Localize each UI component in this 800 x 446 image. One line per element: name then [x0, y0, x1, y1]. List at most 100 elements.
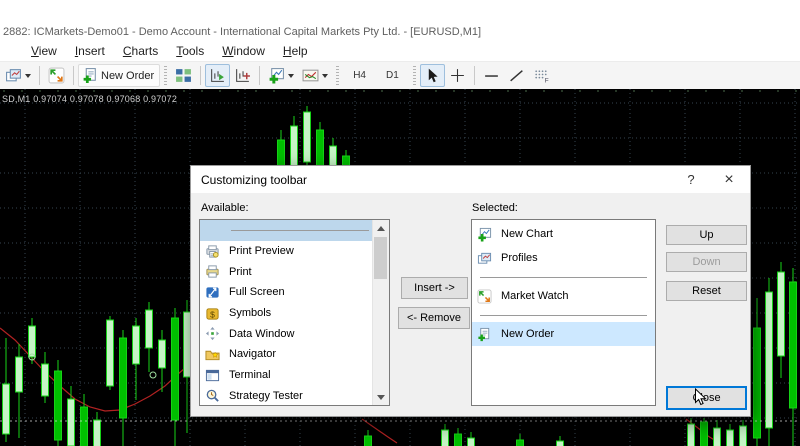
cursor-icon [424, 67, 441, 84]
fibonacci-tool-button[interactable]: F [529, 64, 554, 87]
list-item-separator[interactable] [200, 220, 373, 241]
list-item-strategy-tester[interactable]: Strategy Tester [200, 386, 373, 407]
horizontal-line-tool-button[interactable] [479, 64, 504, 87]
list-item-market-watch[interactable]: Market Watch [472, 284, 655, 308]
dialog-titlebar[interactable]: Customizing toolbar [191, 166, 750, 193]
list-item-terminal[interactable]: Terminal [200, 365, 373, 386]
new-order-icon [477, 327, 492, 342]
strategy-tester-icon [205, 388, 220, 403]
toolbar-separator [474, 66, 475, 85]
available-scrollbar[interactable] [372, 220, 389, 405]
timeframe-d1-button[interactable]: D1 [376, 64, 409, 87]
list-item-new-chart[interactable]: New Chart [472, 222, 655, 246]
down-button[interactable]: Down [666, 252, 747, 272]
scroll-down-icon[interactable] [373, 389, 388, 405]
auto-scroll-icon [209, 67, 226, 84]
menu-view[interactable]: View [31, 44, 57, 58]
new-order-icon [82, 67, 99, 84]
separator-line [480, 315, 647, 316]
chart-ohlc-readout: SD,M1 0.97074 0.97078 0.97068 0.97072 [2, 94, 177, 104]
template-icon [302, 67, 319, 84]
toolbar-drag-handle[interactable] [336, 66, 339, 85]
terminal-icon [205, 368, 220, 383]
mouse-cursor [694, 388, 707, 407]
dialog-help-button[interactable]: ? [676, 166, 706, 193]
fibonacci-icon: F [533, 67, 550, 84]
menu-tools[interactable]: Tools [176, 44, 204, 58]
dialog-title: Customizing toolbar [201, 173, 307, 187]
list-item-separator[interactable] [472, 270, 655, 284]
list-item-separator[interactable] [472, 308, 655, 322]
list-item-label: New Chart [501, 228, 553, 240]
menu-insert[interactable]: Insert [75, 44, 105, 58]
available-listbox[interactable]: Print Preview Print Full Screen $Symbols Dat… [199, 219, 390, 406]
available-label: Available: [201, 202, 249, 214]
profiles-icon [5, 67, 22, 84]
list-item-label: Terminal [229, 369, 271, 381]
list-item-data-window[interactable]: Data Window [200, 323, 373, 344]
new-chart-toolbar-button[interactable] [264, 64, 298, 87]
tile-windows-button[interactable] [171, 64, 196, 87]
list-item-new-order[interactable]: New Order [472, 322, 655, 346]
menu-bar: View Insert Charts Tools Window Help [0, 42, 800, 60]
auto-scroll-button[interactable] [205, 64, 230, 87]
print-icon [205, 264, 220, 279]
screen: 2882: ICMarkets-Demo01 - Demo Account - … [0, 0, 800, 446]
timeframe-h4-label: H4 [347, 70, 372, 81]
dialog-close-icon[interactable]: × [714, 166, 744, 193]
list-item-label: Market Watch [501, 290, 568, 302]
remove-button[interactable]: <- Remove [398, 307, 470, 329]
fullscreen-icon [205, 285, 220, 300]
list-item-label: Print [229, 266, 252, 278]
toolbar-separator [39, 66, 40, 85]
reset-button[interactable]: Reset [666, 281, 747, 301]
list-item-print-preview[interactable]: Print Preview [200, 241, 373, 262]
toolbar-separator [73, 66, 74, 85]
trendline-tool-button[interactable] [504, 64, 529, 87]
chevron-down-icon [25, 74, 31, 78]
toolbar-separator [259, 66, 260, 85]
list-item-symbols[interactable]: $Symbols [200, 303, 373, 324]
separator-line [480, 277, 647, 278]
new-order-toolbar-button[interactable]: New Order [78, 64, 160, 87]
separator-line [231, 230, 369, 231]
chart-shift-button[interactable] [230, 64, 255, 87]
scroll-up-icon[interactable] [373, 220, 388, 236]
trendline-icon [508, 67, 525, 84]
templates-toolbar-button[interactable] [298, 64, 332, 87]
market-watch-icon [48, 67, 65, 84]
list-item-full-screen[interactable]: Full Screen [200, 282, 373, 303]
new-chart-icon [268, 67, 285, 84]
toolbar-separator [200, 66, 201, 85]
toolbar-drag-handle[interactable] [413, 66, 416, 85]
menu-charts[interactable]: Charts [123, 44, 158, 58]
cursor-tool-button[interactable] [420, 64, 445, 87]
crosshair-icon [449, 67, 466, 84]
list-item-label: Profiles [501, 252, 538, 264]
svg-text:$: $ [210, 309, 215, 319]
up-button[interactable]: Up [666, 225, 747, 245]
toolbar-drag-handle[interactable] [164, 66, 167, 85]
timeframe-d1-label: D1 [380, 70, 405, 81]
list-item-label: New Order [501, 328, 554, 340]
list-item-label: Data Window [229, 328, 294, 340]
insert-button[interactable]: Insert -> [401, 277, 468, 299]
menu-help[interactable]: Help [283, 44, 308, 58]
new-order-label: New Order [99, 70, 156, 82]
selected-label: Selected: [472, 202, 518, 214]
scrollbar-thumb[interactable] [374, 237, 387, 279]
list-item-profiles[interactable]: Profiles [472, 246, 655, 270]
profiles-icon [477, 251, 492, 266]
list-item-navigator[interactable]: Navigator [200, 344, 373, 365]
crosshair-tool-button[interactable] [445, 64, 470, 87]
profiles-toolbar-button[interactable] [1, 64, 35, 87]
chart-shift-icon [234, 67, 251, 84]
market-watch-toolbar-button[interactable] [44, 64, 69, 87]
list-item-label: Full Screen [229, 286, 285, 298]
print-preview-icon [205, 244, 220, 259]
timeframe-h4-button[interactable]: H4 [343, 64, 376, 87]
selected-listbox[interactable]: New Chart Profiles Market Watch New Order [471, 219, 656, 406]
menu-window[interactable]: Window [222, 44, 265, 58]
list-item-print[interactable]: Print [200, 261, 373, 282]
list-item-label: Print Preview [229, 245, 294, 257]
